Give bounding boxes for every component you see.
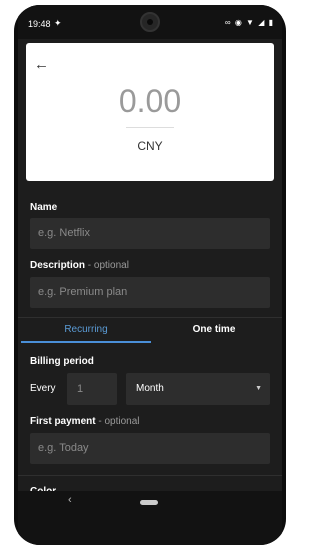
infinity-icon: ∞ [224,18,232,27]
back-arrow-icon[interactable]: ← [34,56,49,73]
tab-one-time[interactable]: One time [149,317,279,343]
first-payment-input[interactable]: e.g. Today [30,433,270,464]
nav-back-icon[interactable]: ‹ [68,494,72,506]
description-label-text: Description [30,260,86,271]
battery-icon: ▮ [268,18,274,27]
billing-period-label: Billing period [30,356,94,367]
wifi-icon: ▼ [246,18,255,27]
first-payment-label-text: First payment [30,416,96,427]
app-screen: 19:48 ✦ ∞ ◉ ▼ ◢ ▮ ← 0.00 CNY Name e.g. N… [18,5,282,545]
description-label: Description - optional [30,260,129,271]
amount-card: ← 0.00 CNY [26,43,274,181]
first-payment-optional-hint: - optional [98,416,140,427]
status-time: 19:48 [28,19,51,29]
description-optional-hint: - optional [87,260,129,271]
phone-frame: 19:48 ✦ ∞ ◉ ▼ ◢ ▮ ← 0.00 CNY Name e.g. N… [14,5,286,545]
navigation-bar: ‹ [18,491,282,545]
amount-input[interactable]: 0.00 [26,83,274,120]
status-icons: ∞ ◉ ▼ ◢ ▮ [225,18,274,27]
camera-cutout [140,12,160,32]
signal-icon: ◢ [258,18,266,27]
billing-count-input[interactable]: 1 [67,373,117,405]
name-label: Name [30,202,58,213]
every-label: Every [30,383,56,394]
eye-icon: ◉ [234,18,243,27]
first-payment-label: First payment - optional [30,416,140,427]
name-input[interactable]: e.g. Netflix [30,218,270,249]
currency-selector[interactable]: CNY [26,139,274,153]
dropdown-caret-icon: ▼ [255,385,262,392]
nav-home-pill[interactable] [140,500,158,505]
section-divider [18,475,282,476]
amount-underline [126,127,174,128]
description-input[interactable]: e.g. Premium plan [30,277,270,308]
billing-period-select[interactable]: Month ▼ [126,373,270,405]
billing-period-value: Month [136,383,164,394]
tab-recurring[interactable]: Recurring [21,317,151,343]
status-bar: 19:48 ✦ ∞ ◉ ▼ ◢ ▮ [18,5,282,39]
twitter-icon: ✦ [54,18,62,28]
